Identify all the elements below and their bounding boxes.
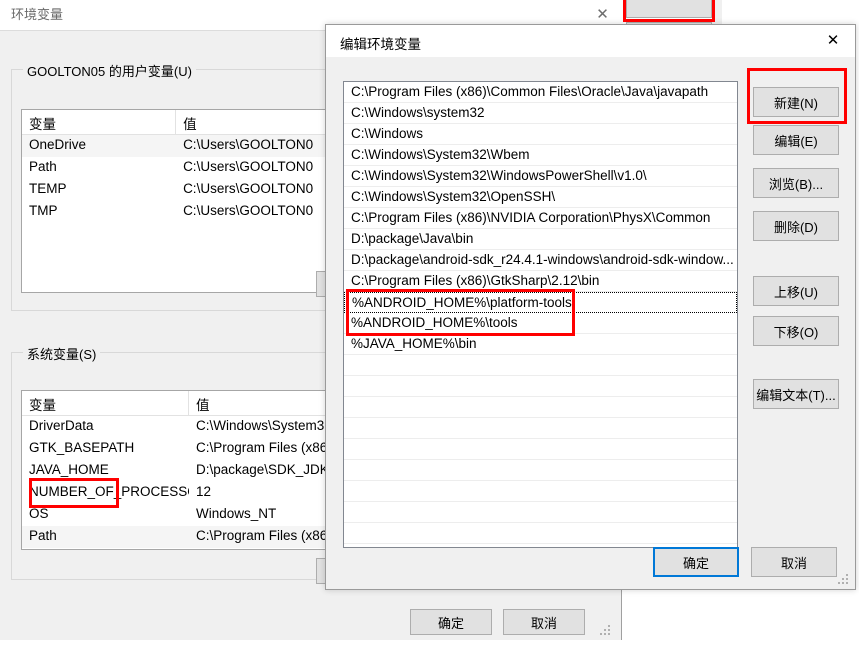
background-ok-button[interactable]: 确定 bbox=[410, 609, 492, 635]
list-item-empty[interactable] bbox=[344, 460, 737, 481]
table-row[interactable]: Path C:\Users\GOOLTON0 bbox=[22, 157, 350, 179]
list-item-empty[interactable] bbox=[344, 397, 737, 418]
cell-variable: OS bbox=[29, 506, 49, 521]
table-row[interactable]: OS Windows_NT bbox=[22, 504, 350, 526]
table-header: 变量 值 bbox=[22, 391, 350, 416]
top-partial-new-button[interactable] bbox=[626, 0, 712, 18]
list-item-empty[interactable] bbox=[344, 502, 737, 523]
edit-text-button[interactable]: 编辑文本(T)... bbox=[753, 379, 839, 409]
modal-title: 编辑环境变量 bbox=[340, 37, 421, 52]
list-item[interactable]: %ANDROID_HOME%\tools bbox=[344, 313, 737, 334]
list-item[interactable]: C:\Program Files (x86)\NVIDIA Corporatio… bbox=[344, 208, 737, 229]
cell-variable: Path bbox=[29, 159, 57, 174]
modal-ok-button[interactable]: 确定 bbox=[653, 547, 739, 577]
table-row[interactable]: JAVA_HOME D:\package\SDK_JDK bbox=[22, 460, 350, 482]
cell-variable: Path bbox=[29, 528, 57, 543]
cell-value: C:\Users\GOOLTON0 bbox=[183, 137, 314, 152]
column-header-variable: 变量 bbox=[22, 391, 189, 415]
cell-variable: TEMP bbox=[29, 181, 67, 196]
list-item[interactable]: C:\Program Files (x86)\GtkSharp\2.12\bin bbox=[344, 271, 737, 292]
screen: 环境变量 ✕ GOOLTON05 的用户变量(U) 变量 值 OneDrive … bbox=[0, 0, 859, 648]
cell-value: C:\Users\GOOLTON0 bbox=[183, 159, 314, 174]
cell-value: C:\Users\GOOLTON0 bbox=[183, 181, 314, 196]
cell-variable: DriverData bbox=[29, 418, 94, 433]
background-cancel-button[interactable]: 取消 bbox=[503, 609, 585, 635]
list-item[interactable]: D:\package\Java\bin bbox=[344, 229, 737, 250]
list-item-empty[interactable] bbox=[344, 376, 737, 397]
table-row[interactable]: GTK_BASEPATH C:\Program Files (x86 bbox=[22, 438, 350, 460]
modal-cancel-button[interactable]: 取消 bbox=[751, 547, 837, 577]
edit-environment-variable-dialog: 编辑环境变量 ✕ C:\Program Files (x86)\Common F… bbox=[325, 24, 856, 590]
background-resize-grip[interactable] bbox=[600, 625, 612, 637]
list-item-empty[interactable] bbox=[344, 418, 737, 439]
system-variables-table[interactable]: 变量 值 DriverData C:\Windows\System3 GTK_B… bbox=[21, 390, 351, 550]
background-window-title: 环境变量 bbox=[11, 7, 64, 22]
move-up-button[interactable]: 上移(U) bbox=[753, 276, 839, 306]
cell-variable: TMP bbox=[29, 203, 58, 218]
cell-variable: NUMBER_OF_PROCESSORS bbox=[29, 484, 189, 499]
table-row[interactable]: PATHEXT .COM;.EXE;.BAT;.CMD bbox=[22, 548, 350, 549]
table-row[interactable]: OneDrive C:\Users\GOOLTON0 bbox=[22, 135, 350, 157]
list-item[interactable]: C:\Program Files (x86)\Common Files\Orac… bbox=[344, 82, 737, 103]
cell-variable: OneDrive bbox=[29, 137, 87, 152]
table-header: 变量 值 bbox=[22, 110, 350, 135]
list-item[interactable]: D:\package\android-sdk_r24.4.1-windows\a… bbox=[344, 250, 737, 271]
close-icon[interactable]: ✕ bbox=[811, 25, 855, 55]
table-row[interactable]: TEMP C:\Users\GOOLTON0 bbox=[22, 179, 350, 201]
cell-variable: JAVA_HOME bbox=[29, 462, 109, 477]
list-item-empty[interactable] bbox=[344, 481, 737, 502]
list-item[interactable]: C:\Windows\System32\Wbem bbox=[344, 145, 737, 166]
modal-titlebar: 编辑环境变量 ✕ bbox=[326, 25, 855, 57]
cell-variable: PATHEXT bbox=[22, 548, 189, 549]
user-variables-table[interactable]: 变量 值 OneDrive C:\Users\GOOLTON0 Path C:\… bbox=[21, 109, 351, 293]
column-header-variable: 变量 bbox=[22, 110, 177, 134]
browse-button[interactable]: 浏览(B)... bbox=[753, 168, 839, 198]
list-item[interactable]: C:\Windows\System32\WindowsPowerShell\v1… bbox=[344, 166, 737, 187]
table-row[interactable]: DriverData C:\Windows\System3 bbox=[22, 416, 350, 438]
cell-value: C:\Users\GOOLTON0 bbox=[183, 203, 314, 218]
new-button[interactable]: 新建(N) bbox=[753, 87, 839, 117]
table-row-path[interactable]: Path C:\Program Files (x86 bbox=[22, 526, 350, 548]
user-variables-group-label: GOOLTON05 的用户变量(U) bbox=[23, 61, 196, 80]
list-item[interactable]: C:\Windows\System32\OpenSSH\ bbox=[344, 187, 737, 208]
list-item-empty[interactable] bbox=[344, 523, 737, 544]
cell-variable: GTK_BASEPATH bbox=[29, 440, 135, 455]
edit-button[interactable]: 编辑(E) bbox=[753, 125, 839, 155]
modal-resize-grip[interactable] bbox=[838, 574, 850, 586]
table-row[interactable]: NUMBER_OF_PROCESSORS 12 bbox=[22, 482, 350, 504]
list-item-focused[interactable]: %ANDROID_HOME%\platform-tools bbox=[344, 292, 737, 313]
table-row[interactable]: TMP C:\Users\GOOLTON0 bbox=[22, 201, 350, 223]
move-down-button[interactable]: 下移(O) bbox=[753, 316, 839, 346]
column-header-value: 值 bbox=[183, 117, 197, 132]
path-entries-list[interactable]: C:\Program Files (x86)\Common Files\Orac… bbox=[343, 81, 738, 548]
list-item[interactable]: %JAVA_HOME%\bin bbox=[344, 334, 737, 355]
list-item-empty[interactable] bbox=[344, 439, 737, 460]
list-item[interactable]: C:\Windows bbox=[344, 124, 737, 145]
list-item[interactable]: C:\Windows\system32 bbox=[344, 103, 737, 124]
delete-button[interactable]: 删除(D) bbox=[753, 211, 839, 241]
list-item-empty[interactable] bbox=[344, 355, 737, 376]
system-variables-group-label: 系统变量(S) bbox=[23, 344, 101, 363]
